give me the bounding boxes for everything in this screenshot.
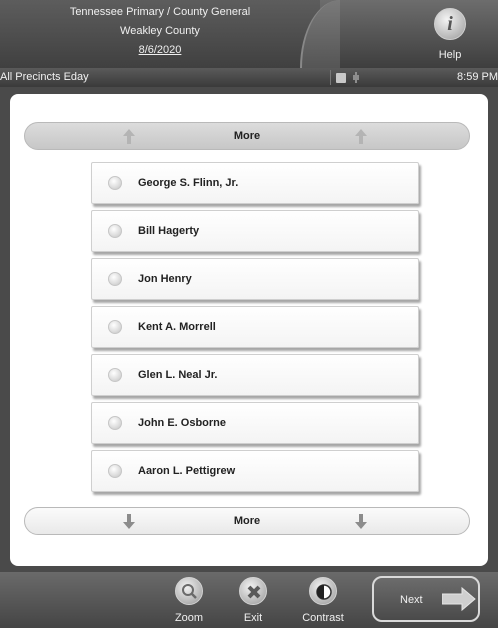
help-label: Help [438, 49, 462, 61]
status-divider [330, 70, 331, 85]
arrow-up-icon [355, 129, 367, 144]
candidate-option[interactable]: Kent A. Morrell [91, 306, 419, 348]
candidate-option[interactable]: Jon Henry [91, 258, 419, 300]
power-plug-icon [352, 72, 360, 83]
status-icons [336, 68, 360, 87]
exit-label: Exit [243, 612, 263, 624]
arrow-down-icon [355, 514, 367, 529]
zoom-label: Zoom [174, 612, 204, 624]
arrow-up-icon [123, 129, 135, 144]
candidate-name: Kent A. Morrell [138, 321, 216, 333]
candidate-option[interactable]: John E. Osborne [91, 402, 419, 444]
candidate-name: Bill Hagerty [138, 225, 200, 237]
contrast-button[interactable]: Contrast [296, 572, 350, 628]
close-icon [239, 577, 267, 605]
candidate-name: George S. Flinn, Jr. [138, 177, 239, 189]
magnifier-icon [175, 577, 203, 605]
candidate-name: Glen L. Neal Jr. [138, 369, 218, 381]
more-down-button[interactable]: More [24, 507, 470, 535]
contrast-label: Contrast [302, 612, 344, 624]
status-bar: All Precincts Eday 8:59 PM [0, 68, 498, 87]
more-up-button[interactable]: More [24, 122, 470, 150]
election-info: Tennessee Primary / County General Weakl… [0, 0, 320, 68]
info-icon: i [434, 8, 466, 40]
clock: 8:59 PM [457, 71, 498, 83]
radio-button[interactable] [108, 416, 122, 430]
candidate-option[interactable]: George S. Flinn, Jr. [91, 162, 419, 204]
zoom-button[interactable]: Zoom [162, 572, 216, 628]
voting-screen: Tennessee Primary / County General Weakl… [0, 0, 498, 628]
election-date: 8/6/2020 [138, 44, 182, 56]
radio-button[interactable] [108, 176, 122, 190]
header: Tennessee Primary / County General Weakl… [0, 0, 498, 68]
county-name: Weakley County [120, 25, 200, 37]
candidate-option[interactable]: Glen L. Neal Jr. [91, 354, 419, 396]
exit-button[interactable]: Exit [226, 572, 280, 628]
candidate-name: Aaron L. Pettigrew [138, 465, 236, 477]
candidate-option[interactable]: Aaron L. Pettigrew [91, 450, 419, 492]
help-button[interactable]: i Help [420, 4, 480, 64]
next-button[interactable]: Next [372, 576, 480, 622]
arrow-down-icon [123, 514, 135, 529]
more-up-label: More [233, 130, 261, 142]
candidate-name: John E. Osborne [138, 417, 227, 429]
candidate-option[interactable]: Bill Hagerty [91, 210, 419, 252]
notes-icon [336, 72, 346, 83]
arrow-right-icon [441, 586, 476, 615]
radio-button[interactable] [108, 368, 122, 382]
contrast-icon [309, 577, 337, 605]
radio-button[interactable] [108, 320, 122, 334]
radio-button[interactable] [108, 464, 122, 478]
next-label: Next [400, 594, 423, 606]
radio-button[interactable] [108, 224, 122, 238]
radio-button[interactable] [108, 272, 122, 286]
more-down-label: More [233, 515, 261, 527]
precinct-label: All Precincts Eday [0, 71, 89, 83]
candidate-name: Jon Henry [138, 273, 192, 285]
election-title: Tennessee Primary / County General [69, 6, 251, 18]
